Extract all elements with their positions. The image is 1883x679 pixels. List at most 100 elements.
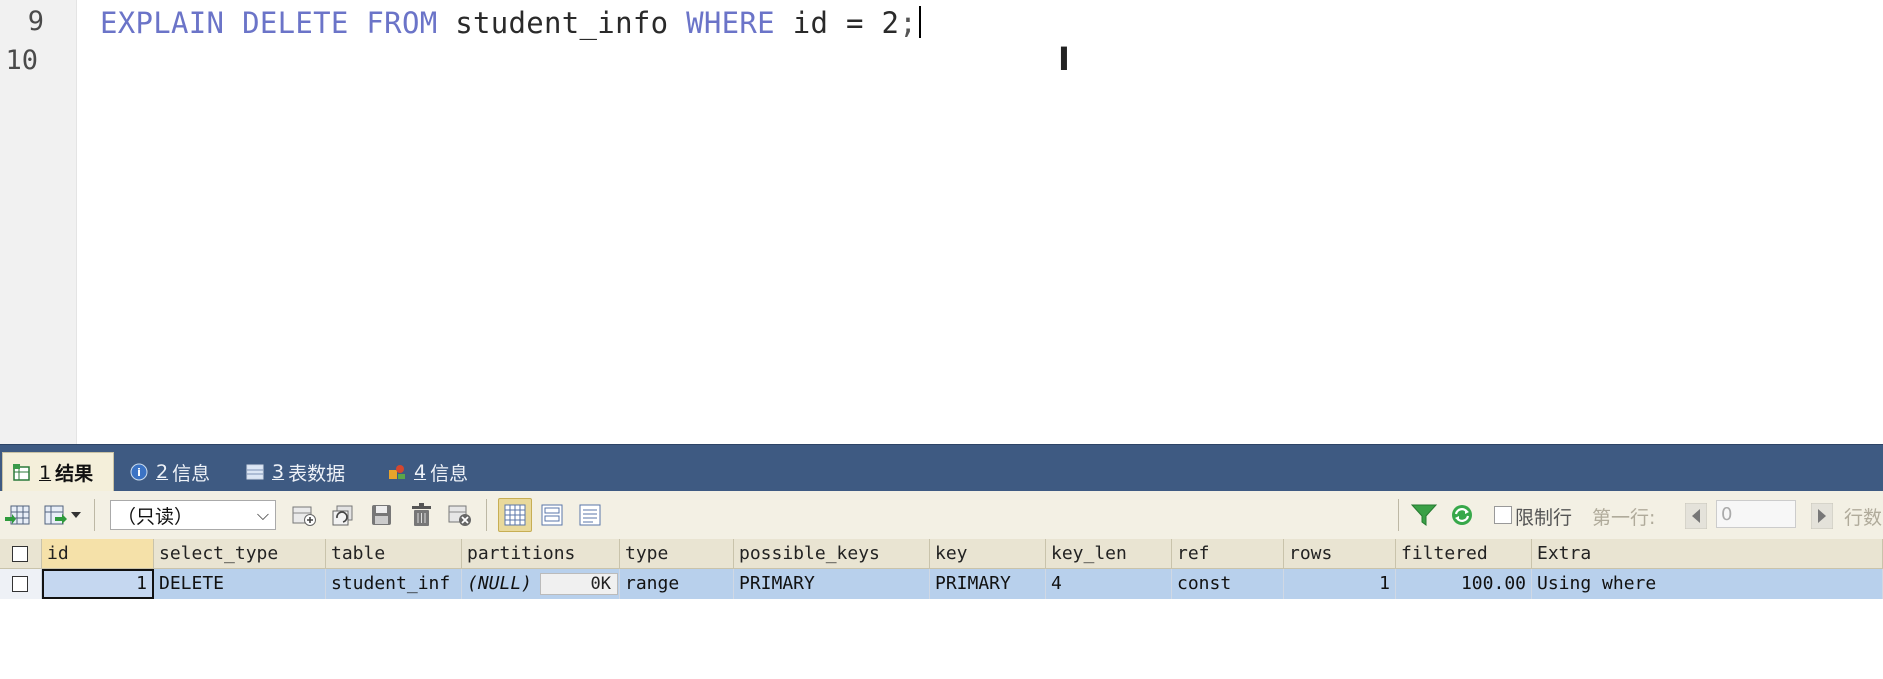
save-changes-button[interactable] xyxy=(368,501,396,529)
sql-statement-line[interactable]: EXPLAIN DELETE FROM student_info WHERE i… xyxy=(100,6,922,40)
text-view-icon xyxy=(579,504,601,526)
row-count-label: 行数 xyxy=(1844,507,1883,529)
grid-mode-value: （只读） xyxy=(117,505,194,528)
import-grid-icon xyxy=(5,505,30,525)
cancel-changes-button[interactable] xyxy=(446,501,474,529)
column-header-id[interactable]: id xyxy=(42,539,154,569)
insert-row-icon xyxy=(292,506,316,526)
grid-view-icon xyxy=(504,504,526,526)
tab-accelerator: 2 xyxy=(156,461,169,483)
table-cell-filtered[interactable]: 100.00 xyxy=(1396,569,1532,599)
chevron-down-icon xyxy=(71,512,81,518)
sql-keyword: EXPLAIN xyxy=(100,6,225,40)
limit-rows-checkbox[interactable] xyxy=(1494,506,1512,524)
export-grid-icon xyxy=(44,505,67,525)
column-header-possible-keys[interactable]: possible_keys xyxy=(734,539,930,569)
blob-size-badge: 0K xyxy=(540,573,618,595)
null-value: (NULL) xyxy=(467,573,533,594)
column-header-key-len[interactable]: key_len xyxy=(1046,539,1172,569)
table-cell-key-len[interactable]: 4 xyxy=(1046,569,1172,599)
tab-result[interactable]: 1 结果 xyxy=(2,452,114,492)
toolbar-separator xyxy=(1398,499,1399,531)
export-menu-button[interactable] xyxy=(42,501,70,529)
form-view-icon xyxy=(541,504,563,526)
delete-row-button[interactable] xyxy=(408,501,436,529)
sql-condition: id = 2 xyxy=(792,6,900,40)
result-tab-bar: 1 结果 i 2 信息 3 表数据 4 信息 xyxy=(0,444,1883,492)
column-header-ref[interactable]: ref xyxy=(1172,539,1284,569)
limit-rows-label: 限制行 xyxy=(1515,507,1573,529)
tab-table-data[interactable]: 3 表数据 xyxy=(236,452,376,492)
duplicate-row-button[interactable] xyxy=(330,501,358,529)
tab-label: 表数据 xyxy=(288,462,346,485)
svg-text:i: i xyxy=(137,466,141,479)
table-cell-possible-keys[interactable]: PRIMARY xyxy=(734,569,930,599)
refresh-button[interactable] xyxy=(1448,501,1476,529)
info-icon: i xyxy=(130,463,148,481)
result-toolbar: （只读） ⌵ 限制行 第一行: 0 行数 xyxy=(0,491,1883,540)
duplicate-row-icon xyxy=(332,505,353,526)
import-grid-button[interactable] xyxy=(4,501,32,529)
table-cell-select-type[interactable]: DELETE xyxy=(154,569,326,599)
sql-keyword: FROM xyxy=(366,6,438,40)
tab-label: 信息 xyxy=(430,462,469,485)
result-panel: 1 结果 i 2 信息 3 表数据 4 信息 （只读） ⌵ 限制行 第一行: 0… xyxy=(0,444,1883,679)
previous-page-button[interactable] xyxy=(1682,502,1710,530)
first-row-input[interactable]: 0 xyxy=(1716,500,1796,528)
sql-table-name: student_info xyxy=(455,6,669,40)
table-data-icon xyxy=(246,463,264,481)
line-number: 10 xyxy=(5,45,38,76)
export-dropdown-arrow[interactable] xyxy=(68,501,84,529)
table-cell-table[interactable]: student_inf xyxy=(326,569,462,599)
line-number-gutter: 9 10 xyxy=(0,0,77,444)
table-cell-key[interactable]: PRIMARY xyxy=(930,569,1046,599)
filter-button[interactable] xyxy=(1410,501,1438,529)
first-row-label: 第一行: xyxy=(1592,507,1656,529)
tab-info[interactable]: 4 信息 xyxy=(378,452,490,492)
filter-icon xyxy=(1411,504,1437,526)
form-view-button[interactable] xyxy=(538,501,566,529)
table-cell-ref[interactable]: const xyxy=(1172,569,1284,599)
text-caret xyxy=(919,6,922,38)
line-number: 9 xyxy=(27,6,44,37)
text-view-button[interactable] xyxy=(576,501,604,529)
tab-label: 结果 xyxy=(55,463,94,485)
select-all-checkbox[interactable] xyxy=(12,546,28,562)
row-checkbox[interactable] xyxy=(12,576,28,592)
sql-keyword: WHERE xyxy=(686,6,775,40)
column-header-key[interactable]: key xyxy=(930,539,1046,569)
next-page-button[interactable] xyxy=(1808,502,1836,530)
tab-accelerator: 3 xyxy=(272,461,285,483)
tab-messages[interactable]: i 2 信息 xyxy=(120,452,232,492)
info-shapes-icon xyxy=(388,463,406,481)
table-cell-extra[interactable]: Using where xyxy=(1532,569,1883,599)
chevron-left-icon xyxy=(1685,503,1707,529)
tab-accelerator: 1 xyxy=(39,461,52,484)
column-header-select-type[interactable]: select_type xyxy=(154,539,326,569)
grid-result-icon xyxy=(13,463,31,482)
tab-label: 信息 xyxy=(172,462,211,485)
column-header-extra[interactable]: Extra xyxy=(1532,539,1883,569)
cancel-icon xyxy=(448,505,471,526)
table-cell-id[interactable]: 1 xyxy=(42,569,154,599)
trash-icon xyxy=(412,503,431,526)
select-all-header[interactable] xyxy=(0,539,42,569)
insert-row-button[interactable] xyxy=(290,501,318,529)
table-cell-type[interactable]: range xyxy=(620,569,734,599)
column-header-filtered[interactable]: filtered xyxy=(1396,539,1532,569)
refresh-icon xyxy=(1452,505,1472,525)
row-selector[interactable] xyxy=(0,569,42,599)
grid-mode-select[interactable]: （只读） ⌵ xyxy=(110,500,276,530)
sql-editor[interactable]: 9 10 EXPLAIN DELETE FROM student_info WH… xyxy=(0,0,1883,444)
sql-terminator: ; xyxy=(899,6,918,40)
table-cell-rows[interactable]: 1 xyxy=(1284,569,1396,599)
column-header-type[interactable]: type xyxy=(620,539,734,569)
grid-view-button[interactable] xyxy=(498,498,532,532)
toolbar-separator xyxy=(486,499,487,531)
sql-keyword: DELETE xyxy=(242,6,349,40)
column-header-table[interactable]: table xyxy=(326,539,462,569)
column-header-rows[interactable]: rows xyxy=(1284,539,1396,569)
toolbar-separator xyxy=(94,499,95,531)
tab-accelerator: 4 xyxy=(414,461,427,483)
column-header-partitions[interactable]: partitions xyxy=(462,539,620,569)
